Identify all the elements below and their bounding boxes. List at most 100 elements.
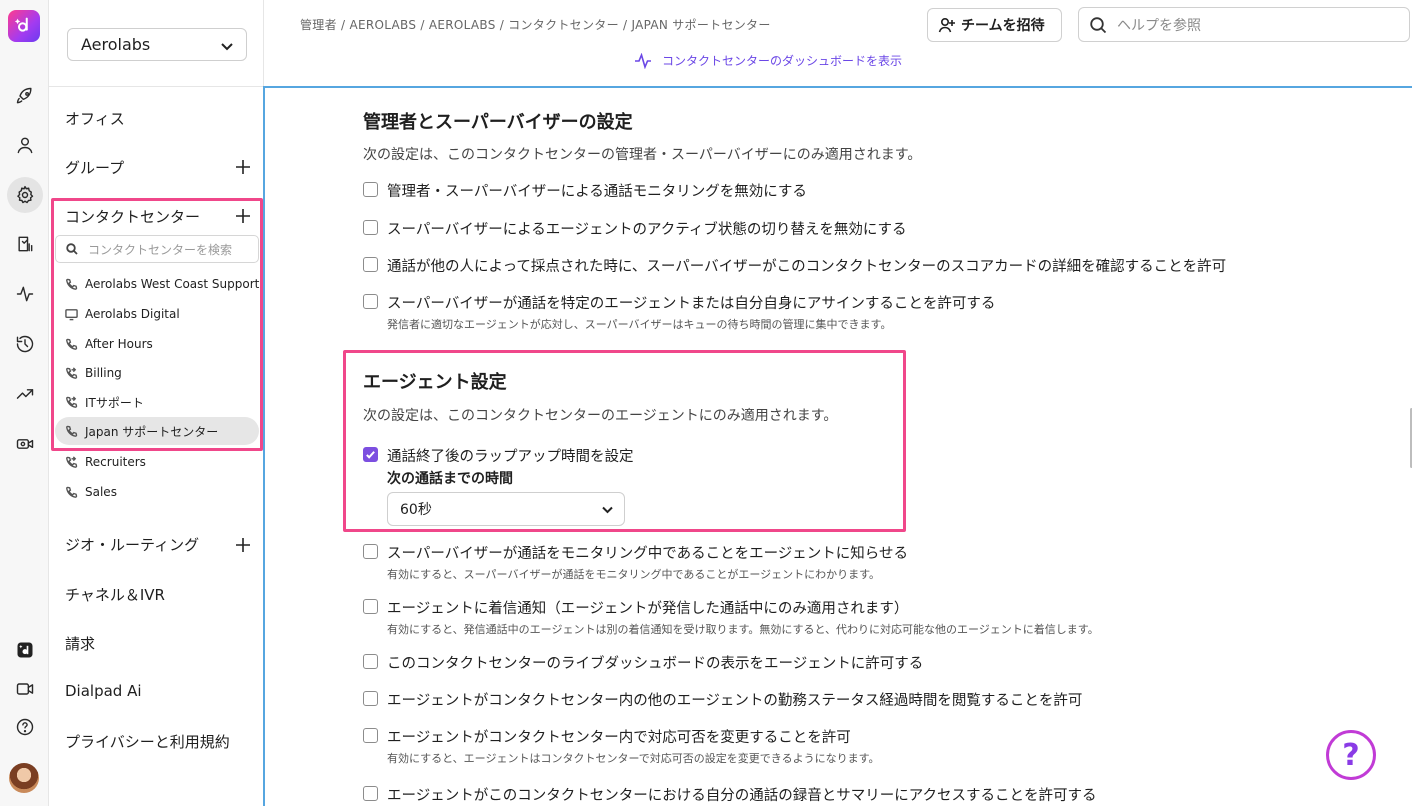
agent-option-availability[interactable]: エージェントがコンタクトセンター内で対応可否を変更することを許可 有効にすると、… (363, 726, 879, 766)
org-select[interactable]: Aerolabs (67, 28, 247, 61)
checkbox[interactable] (363, 786, 378, 801)
add-group-plus-icon[interactable] (235, 159, 251, 175)
sidebar-item-channels-ivr[interactable]: チャネル＆IVR (65, 584, 165, 605)
help-circle-icon[interactable] (7, 709, 43, 745)
option-sublabel: 有効にすると、発信通話中のエージェントは別の着信通知を受け取ります。無効にすると… (387, 623, 1099, 636)
app-root: Aerolabs オフィス グループ コンタクトセンター コンタクトセンターを検… (0, 0, 1412, 806)
contact-center-search-input[interactable]: コンタクトセンターを検索 (55, 235, 259, 263)
option-label: エージェントがこのコンタクトセンターにおける自分の通話の録音とサマリーにアクセス… (387, 788, 1097, 804)
help-fab-button[interactable]: ? (1326, 730, 1376, 780)
invite-team-button[interactable]: チームを招待 (927, 8, 1062, 42)
video-camera-icon[interactable] (7, 671, 43, 707)
trending-up-icon[interactable] (7, 376, 43, 412)
help-search-input[interactable]: ヘルプを参照 (1078, 7, 1410, 42)
wrapup-time-select[interactable]: 60秒 (387, 492, 625, 526)
option-label: スーパーバイザーが通話をモニタリング中であることをエージェントに知らせる (387, 546, 908, 562)
sidebar-item-privacy[interactable]: プライバシーと利用規約 (65, 731, 230, 752)
sidebar-item-contact-centers[interactable]: コンタクトセンター (65, 206, 200, 227)
checkbox[interactable] (363, 182, 378, 197)
dashboard-link-label: コンタクトセンターのダッシュボードを表示 (662, 54, 903, 68)
add-contact-center-plus-icon[interactable] (235, 208, 251, 224)
history-icon[interactable] (7, 326, 43, 362)
sidebar-item-office[interactable]: オフィス (65, 108, 125, 129)
admin-option-disable-agent-toggle[interactable]: スーパーバイザーによるエージェントのアクティブ状態の切り替えを無効にする (363, 218, 907, 239)
cc-item-label: Billing (85, 366, 122, 380)
checkbox[interactable] (363, 294, 378, 309)
sidebar-item-dialpad-ai[interactable]: Dialpad Ai (65, 682, 142, 700)
option-sublabel: 発信者に適切なエージェントが応対し、スーパーバイザーはキューの待ち時間の管理に集… (387, 318, 892, 331)
breadcrumb[interactable]: 管理者 / AEROLABS / AEROLABS / コンタクトセンター / … (300, 16, 771, 33)
checkbox[interactable] (363, 257, 378, 272)
dialpad-logo-icon[interactable] (8, 10, 40, 42)
cc-item-recruiters[interactable]: Recruiters (55, 448, 259, 476)
cc-item-billing[interactable]: Billing (55, 359, 259, 387)
contact-center-icon[interactable] (7, 226, 43, 262)
checkbox-checked[interactable] (363, 447, 378, 462)
dialpad-app-icon[interactable] (7, 632, 43, 668)
agent-option-incoming-notify[interactable]: エージェントに着信通知（エージェントが発信した通話中にのみ適用されます） 有効に… (363, 597, 1099, 637)
admin-option-assign-calls[interactable]: スーパーバイザーが通話を特定のエージェントまたは自分自身にアサインすることを許可… (363, 292, 995, 332)
search-placeholder: コンタクトセンターを検索 (88, 242, 233, 257)
agent-option-live-dashboard[interactable]: このコンタクトセンターのライブダッシュボードの表示をエージェントに許可する (363, 652, 923, 673)
person-icon[interactable] (7, 127, 43, 163)
sidebar-item-geo-routing[interactable]: ジオ・ルーティング (65, 534, 199, 555)
cc-item-sales[interactable]: Sales (55, 478, 259, 506)
activity-icon[interactable] (7, 276, 43, 312)
cc-item-label: After Hours (85, 337, 153, 351)
video-settings-icon[interactable] (7, 426, 43, 462)
agent-section-title: エージェント設定 (363, 372, 507, 393)
sidebar-item-billing[interactable]: 請求 (65, 633, 95, 654)
checkbox[interactable] (363, 654, 378, 669)
phone-forward-icon (65, 395, 78, 409)
settings-sidebar: Aerolabs オフィス グループ コンタクトセンター コンタクトセンターを検… (49, 0, 264, 806)
option-label: スーパーバイザーが通話を特定のエージェントまたは自分自身にアサインすることを許可… (387, 296, 996, 312)
agent-option-wrapup-time[interactable]: 通話終了後のラップアップ時間を設定 (363, 445, 634, 466)
cc-item-japan-support[interactable]: Japan サポートセンター (55, 417, 259, 445)
activity-icon (635, 52, 651, 69)
org-select-value: Aerolabs (81, 35, 151, 54)
admin-section-title: 管理者とスーパーバイザーの設定 (363, 112, 633, 133)
wrapup-time-value: 60秒 (400, 502, 432, 518)
phone-icon (65, 338, 78, 351)
chevron-down-icon (220, 38, 234, 52)
option-label: 通話が他の人によって採点された時に、スーパーバイザーがこのコンタクトセンターのス… (387, 259, 1227, 275)
admin-option-disable-monitoring[interactable]: 管理者・スーパーバイザーによる通話モニタリングを無効にする (363, 180, 807, 201)
option-label: エージェントに着信通知（エージェントが発信した通話中にのみ適用されます） (387, 601, 909, 617)
checkmark-icon (366, 451, 375, 459)
admin-option-scorecard-details[interactable]: 通話が他の人によって採点された時に、スーパーバイザーがこのコンタクトセンターのス… (363, 255, 1226, 276)
checkbox[interactable] (363, 728, 378, 743)
cc-item-label: Sales (85, 485, 117, 499)
cc-item-label: Japan サポートセンター (85, 424, 219, 439)
agent-option-status-duration[interactable]: エージェントがコンタクトセンター内の他のエージェントの勤務ステータス経過時間を閲… (363, 689, 1082, 710)
cc-item-digital[interactable]: Aerolabs Digital (55, 300, 259, 328)
cc-item-label: Recruiters (85, 455, 146, 469)
phone-icon (65, 278, 78, 291)
agent-option-monitoring-notice[interactable]: スーパーバイザーが通話をモニタリング中であることをエージェントに知らせる 有効に… (363, 542, 908, 582)
phone-icon (65, 486, 78, 499)
option-label: このコンタクトセンターのライブダッシュボードの表示をエージェントに許可する (387, 656, 924, 672)
option-label: エージェントがコンタクトセンター内の他のエージェントの勤務ステータス経過時間を閲… (387, 693, 1083, 709)
add-geo-routing-plus-icon[interactable] (235, 537, 251, 553)
user-avatar[interactable] (9, 763, 39, 793)
checkbox[interactable] (363, 220, 378, 235)
checkbox[interactable] (363, 599, 378, 614)
monitor-icon (65, 308, 78, 321)
divider (49, 86, 264, 87)
checkbox[interactable] (363, 544, 378, 559)
phone-forward-icon (65, 455, 78, 469)
rocket-icon[interactable] (7, 78, 43, 114)
cc-item-after-hours[interactable]: After Hours (55, 330, 259, 358)
settings-gear-icon[interactable] (7, 177, 43, 213)
sidebar-item-groups[interactable]: グループ (65, 157, 124, 178)
checkbox[interactable] (363, 691, 378, 706)
phone-forward-icon (65, 366, 78, 380)
wrapup-time-label: 次の通話までの時間 (387, 471, 513, 487)
dashboard-link[interactable]: コンタクトセンターのダッシュボードを表示 (634, 52, 902, 69)
agent-option-recordings[interactable]: エージェントがこのコンタクトセンターにおける自分の通話の録音とサマリーにアクセス… (363, 784, 1096, 805)
cc-item-west-coast[interactable]: Aerolabs West Coast Support (55, 270, 259, 298)
help-search-placeholder: ヘルプを参照 (1117, 17, 1201, 34)
cc-item-it-support[interactable]: ITサポート (55, 388, 259, 416)
top-header: 管理者 / AEROLABS / AEROLABS / コンタクトセンター / … (264, 0, 1412, 86)
chevron-down-icon (601, 503, 614, 516)
option-label: エージェントがコンタクトセンター内で対応可否を変更することを許可 (387, 730, 851, 746)
